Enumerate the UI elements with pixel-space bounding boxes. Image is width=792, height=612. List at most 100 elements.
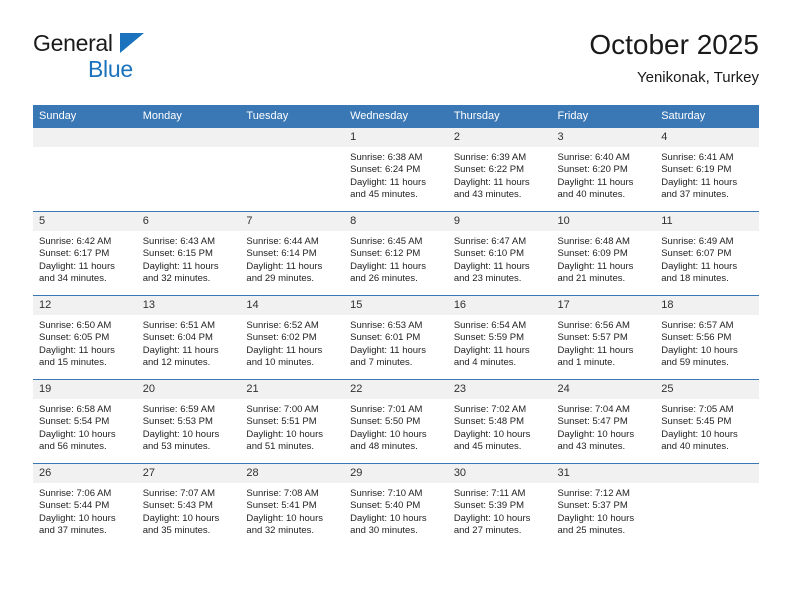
sunset-text: Sunset: 5:57 PM	[557, 332, 628, 344]
daylight-text: Daylight: 10 hours and 43 minutes.	[557, 428, 635, 453]
calendar-day-cell-empty	[655, 463, 759, 547]
calendar-day-cell[interactable]: 29 Sunrise: 7:10 AM Sunset: 5:40 PM Dayligh…	[344, 463, 448, 547]
day-details: Sunrise: 6:51 AM Sunset: 6:04 PM Daylight:…	[137, 315, 241, 370]
calendar-week-row: 5 Sunrise: 6:42 AM Sunset: 6:17 PM Daylight…	[33, 211, 759, 296]
calendar-day-cell[interactable]: 24 Sunrise: 7:04 AM Sunset: 5:47 PM Dayligh…	[551, 379, 656, 464]
daylight-text: Daylight: 10 hours and 35 minutes.	[142, 512, 220, 537]
calendar-day-cell[interactable]: 6 Sunrise: 6:43 AM Sunset: 6:15 PM Daylight…	[136, 211, 241, 296]
calendar-day-cell[interactable]: 30 Sunrise: 7:11 AM Sunset: 5:39 PM Dayligh…	[447, 463, 552, 547]
calendar-day-cell[interactable]: 16 Sunrise: 6:54 AM Sunset: 5:59 PM Dayligh…	[447, 295, 552, 380]
calendar-day-cell[interactable]: 15 Sunrise: 6:53 AM Sunset: 6:01 PM Dayligh…	[344, 295, 448, 380]
sunrise-text: Sunrise: 6:44 AM	[246, 236, 319, 247]
calendar-day-cell[interactable]: 22 Sunrise: 7:01 AM Sunset: 5:50 PM Dayligh…	[344, 379, 448, 464]
calendar-day-cell[interactable]: 21 Sunrise: 7:00 AM Sunset: 5:51 PM Dayligh…	[240, 379, 345, 464]
day-number	[136, 128, 241, 147]
sunset-text: Sunset: 5:45 PM	[661, 416, 732, 428]
calendar-day-cell[interactable]: 20 Sunrise: 6:59 AM Sunset: 5:53 PM Dayligh…	[136, 379, 241, 464]
sunset-text: Sunset: 5:39 PM	[453, 500, 525, 512]
daylight-text: Daylight: 11 hours and 26 minutes.	[350, 260, 426, 285]
calendar-day-cell[interactable]: 7 Sunrise: 6:44 AM Sunset: 6:14 PM Daylight…	[240, 211, 345, 296]
day-number: 8	[344, 212, 448, 231]
calendar-page: General Blue October 2025 Yenikonak, Tur…	[0, 0, 792, 612]
daylight-text: Daylight: 10 hours and 56 minutes.	[39, 428, 116, 453]
day-number	[240, 128, 345, 147]
daylight-text: Daylight: 11 hours and 32 minutes.	[142, 260, 219, 285]
sunset-text: Sunset: 5:40 PM	[350, 500, 421, 512]
day-details: Sunrise: 7:07 AM Sunset: 5:43 PM Daylight:…	[137, 483, 241, 538]
day-number: 31	[551, 464, 656, 483]
title-block: October 2025 Yenikonak, Turkey	[589, 28, 759, 89]
day-cell-inner: 20 Sunrise: 6:59 AM Sunset: 5:53 PM Dayligh…	[136, 380, 241, 463]
calendar-day-cell[interactable]: 11 Sunrise: 6:49 AM Sunset: 6:07 PM Dayligh…	[655, 211, 759, 296]
day-number: 6	[136, 212, 241, 231]
calendar-day-cell[interactable]: 18 Sunrise: 6:57 AM Sunset: 5:56 PM Dayligh…	[655, 295, 759, 380]
sunset-text: Sunset: 6:07 PM	[661, 248, 732, 260]
sunrise-text: Sunrise: 6:50 AM	[39, 320, 112, 331]
calendar-day-cell[interactable]: 28 Sunrise: 7:08 AM Sunset: 5:41 PM Dayligh…	[240, 463, 345, 547]
calendar-day-cell[interactable]: 3 Sunrise: 6:40 AM Sunset: 6:20 PM Daylight…	[551, 127, 656, 212]
day-cell-inner: 6 Sunrise: 6:43 AM Sunset: 6:15 PM Daylight…	[136, 212, 241, 295]
logo-text-blue: Blue	[88, 56, 133, 82]
calendar-day-cell[interactable]: 19 Sunrise: 6:58 AM Sunset: 5:54 PM Dayligh…	[33, 379, 137, 464]
day-number: 10	[551, 212, 656, 231]
calendar-week-row: 19 Sunrise: 6:58 AM Sunset: 5:54 PM Dayligh…	[33, 379, 759, 464]
day-cell-inner: 5 Sunrise: 6:42 AM Sunset: 6:17 PM Daylight…	[33, 212, 137, 295]
day-details: Sunrise: 6:56 AM Sunset: 5:57 PM Daylight:…	[552, 315, 656, 370]
day-number: 16	[447, 296, 552, 315]
calendar-day-cell[interactable]: 26 Sunrise: 7:06 AM Sunset: 5:44 PM Dayligh…	[33, 463, 137, 547]
calendar-day-cell[interactable]: 5 Sunrise: 6:42 AM Sunset: 6:17 PM Daylight…	[33, 211, 137, 296]
sunset-text: Sunset: 6:20 PM	[557, 164, 628, 176]
calendar-day-cell[interactable]: 8 Sunrise: 6:45 AM Sunset: 6:12 PM Daylight…	[344, 211, 448, 296]
calendar-day-cell[interactable]: 10 Sunrise: 6:48 AM Sunset: 6:09 PM Dayligh…	[551, 211, 656, 296]
daylight-text: Daylight: 10 hours and 53 minutes.	[142, 428, 220, 453]
calendar-week-row: 26 Sunrise: 7:06 AM Sunset: 5:44 PM Dayligh…	[33, 463, 759, 547]
sunrise-text: Sunrise: 6:42 AM	[39, 236, 112, 247]
day-number: 4	[655, 128, 759, 147]
calendar-week-row: 12 Sunrise: 6:50 AM Sunset: 6:05 PM Dayligh…	[33, 295, 759, 380]
day-cell-inner: 15 Sunrise: 6:53 AM Sunset: 6:01 PM Dayligh…	[344, 296, 448, 379]
weekday-header-friday: Friday	[551, 105, 656, 128]
calendar-day-cell[interactable]: 12 Sunrise: 6:50 AM Sunset: 6:05 PM Dayligh…	[33, 295, 137, 380]
calendar-day-cell[interactable]: 17 Sunrise: 6:56 AM Sunset: 5:57 PM Dayligh…	[551, 295, 656, 380]
day-details: Sunrise: 6:48 AM Sunset: 6:09 PM Daylight:…	[552, 231, 656, 286]
day-number: 7	[240, 212, 345, 231]
calendar-day-cell[interactable]: 25 Sunrise: 7:05 AM Sunset: 5:45 PM Dayligh…	[655, 379, 759, 464]
day-cell-inner: 21 Sunrise: 7:00 AM Sunset: 5:51 PM Dayligh…	[240, 380, 345, 463]
daylight-text: Daylight: 10 hours and 40 minutes.	[661, 428, 738, 453]
calendar-day-cell[interactable]: 14 Sunrise: 6:52 AM Sunset: 6:02 PM Dayligh…	[240, 295, 345, 380]
sunrise-text: Sunrise: 7:00 AM	[246, 404, 319, 415]
day-cell-inner: 16 Sunrise: 6:54 AM Sunset: 5:59 PM Dayligh…	[447, 296, 552, 379]
sunset-text: Sunset: 6:05 PM	[39, 332, 110, 344]
day-details: Sunrise: 6:49 AM Sunset: 6:07 PM Daylight:…	[655, 231, 759, 286]
daylight-text: Daylight: 11 hours and 23 minutes.	[453, 260, 530, 285]
daylight-text: Daylight: 10 hours and 30 minutes.	[350, 512, 427, 537]
day-number: 20	[136, 380, 241, 399]
calendar-day-cell-empty	[136, 127, 241, 212]
sunrise-text: Sunrise: 6:38 AM	[350, 152, 423, 163]
daylight-text: Daylight: 11 hours and 10 minutes.	[246, 344, 323, 369]
day-number: 13	[136, 296, 241, 315]
calendar-day-cell[interactable]: 31 Sunrise: 7:12 AM Sunset: 5:37 PM Dayligh…	[551, 463, 656, 547]
calendar-day-cell[interactable]: 4 Sunrise: 6:41 AM Sunset: 6:19 PM Daylight…	[655, 127, 759, 212]
day-number: 5	[33, 212, 137, 231]
calendar-day-cell[interactable]: 2 Sunrise: 6:39 AM Sunset: 6:22 PM Daylight…	[447, 127, 552, 212]
day-details: Sunrise: 7:08 AM Sunset: 5:41 PM Daylight:…	[240, 483, 344, 538]
day-cell-inner: 4 Sunrise: 6:41 AM Sunset: 6:19 PM Daylight…	[655, 128, 759, 211]
daylight-text: Daylight: 11 hours and 43 minutes.	[453, 176, 530, 201]
calendar-day-cell[interactable]: 1 Sunrise: 6:38 AM Sunset: 6:24 PM Daylight…	[344, 127, 448, 212]
sunset-text: Sunset: 6:17 PM	[39, 248, 110, 260]
calendar-day-cell[interactable]: 13 Sunrise: 6:51 AM Sunset: 6:04 PM Dayligh…	[136, 295, 241, 380]
day-number: 19	[33, 380, 137, 399]
day-cell-inner: 25 Sunrise: 7:05 AM Sunset: 5:45 PM Dayligh…	[655, 380, 759, 463]
sunrise-text: Sunrise: 7:05 AM	[661, 404, 734, 415]
sunset-text: Sunset: 6:10 PM	[453, 248, 525, 260]
day-number: 17	[551, 296, 656, 315]
day-number	[33, 128, 137, 147]
day-number: 21	[240, 380, 345, 399]
day-details: Sunrise: 6:57 AM Sunset: 5:56 PM Daylight:…	[655, 315, 759, 370]
calendar-day-cell[interactable]: 9 Sunrise: 6:47 AM Sunset: 6:10 PM Daylight…	[447, 211, 552, 296]
calendar-day-cell[interactable]: 23 Sunrise: 7:02 AM Sunset: 5:48 PM Dayligh…	[447, 379, 552, 464]
calendar-day-cell[interactable]: 27 Sunrise: 7:07 AM Sunset: 5:43 PM Dayligh…	[136, 463, 241, 547]
sunrise-text: Sunrise: 7:10 AM	[350, 488, 423, 499]
daylight-text: Daylight: 10 hours and 27 minutes.	[453, 512, 531, 537]
